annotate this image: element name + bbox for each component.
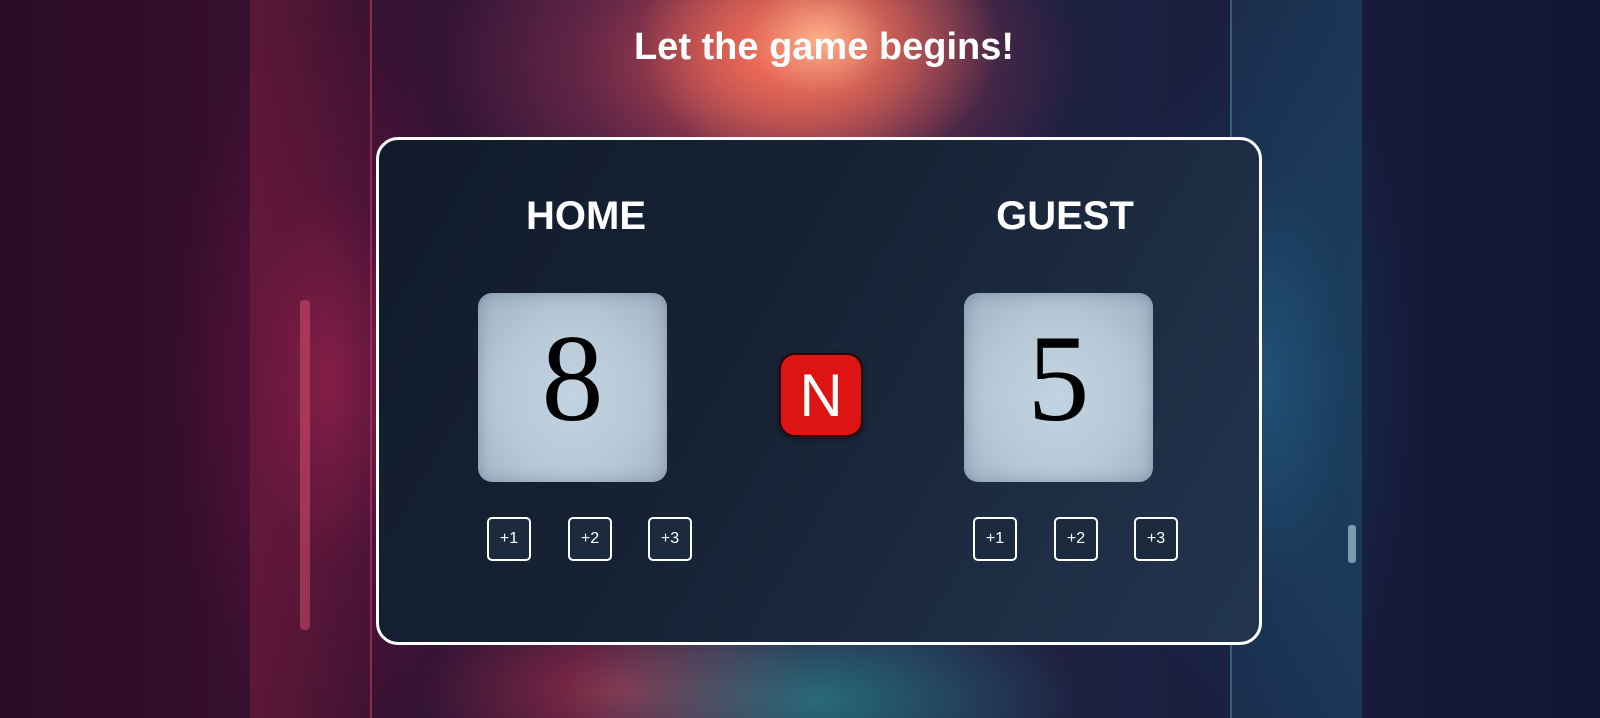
guest-add-1-button[interactable]: +1 [973, 517, 1017, 561]
home-add-3-button[interactable]: +3 [648, 517, 692, 561]
home-team-label: HOME [526, 194, 646, 238]
new-game-button[interactable]: N [779, 353, 863, 437]
background-bezel-left [250, 0, 372, 718]
home-score-value: 8 [541, 310, 604, 447]
home-add-1-button[interactable]: +1 [487, 517, 531, 561]
scoreboard-panel: HOME GUEST 8 N 5 +1 +2 +3 +1 +2 +3 [376, 137, 1262, 645]
guest-score-value: 5 [1027, 310, 1090, 447]
home-score-display: 8 [478, 293, 667, 482]
guest-add-3-button[interactable]: +3 [1134, 517, 1178, 561]
page-title: Let the game begins! [633, 26, 1015, 68]
guest-add-2-button[interactable]: +2 [1054, 517, 1098, 561]
background-accent-right [1348, 525, 1356, 563]
guest-score-display: 5 [964, 293, 1153, 482]
home-add-2-button[interactable]: +2 [568, 517, 612, 561]
background-accent-left [300, 300, 310, 630]
guest-team-label: GUEST [996, 194, 1134, 238]
